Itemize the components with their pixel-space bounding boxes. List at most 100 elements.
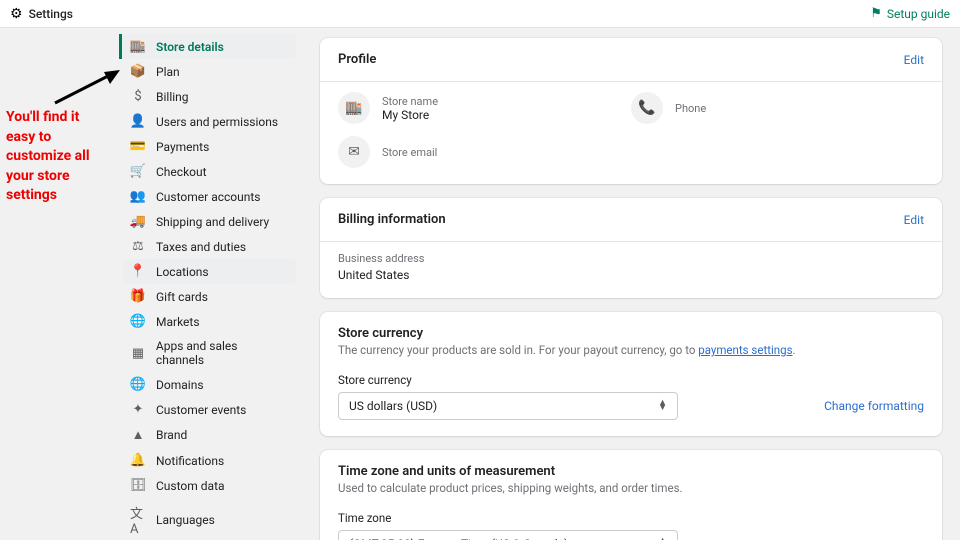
change-formatting-link[interactable]: Change formatting <box>824 399 924 413</box>
sidebar-item-label: Locations <box>156 265 209 279</box>
nav-icon: $ <box>130 89 146 104</box>
timezone-select-wrap: (GMT-05:00) Eastern Time (US & Canada) ▲… <box>338 530 924 540</box>
topbar-left: ⚙ Settings <box>10 6 73 22</box>
sidebar-item-payments[interactable]: 💳 Payments <box>122 134 296 159</box>
nav-icon: ▦ <box>130 346 146 361</box>
nav-icon: ⚖ <box>130 239 146 254</box>
profile-title: Profile <box>338 52 376 67</box>
sidebar-item-label: Languages <box>156 513 215 527</box>
billing-body: Business address United States <box>320 242 942 298</box>
nav-icon: 👤 <box>130 114 146 129</box>
sidebar-item-notifications[interactable]: 🔔 Notifications <box>122 448 296 473</box>
sidebar-item-plan[interactable]: 📦Plan <box>122 59 296 84</box>
nav-icon: 🛒 <box>130 164 146 179</box>
setup-guide-link[interactable]: ⚑ Setup guide <box>870 6 950 21</box>
profile-edit-link[interactable]: Edit <box>904 53 924 67</box>
nav-icon: 👥 <box>130 189 146 204</box>
profile-row-2: ✉ Store email <box>338 136 924 168</box>
sidebar-item-label: Domains <box>156 378 204 392</box>
sidebar-item-label: Plan <box>156 65 180 79</box>
sidebar-item-label: Apps and sales channels <box>156 339 288 367</box>
nav-icon: 🎁 <box>130 289 146 304</box>
nav-icon: 🏬 <box>130 39 146 54</box>
timezone-body: Time zone (GMT-05:00) Eastern Time (US &… <box>320 501 942 540</box>
nav-icon: 💳 <box>130 139 146 154</box>
nav-icon: 文A <box>130 503 146 537</box>
nav-icon: 🌐 <box>130 377 146 392</box>
nav-icon: 🔔 <box>130 453 146 468</box>
business-address-label: Business address <box>338 252 924 265</box>
billing-header: Billing information Edit <box>320 198 942 242</box>
sidebar-item-locations[interactable]: 📍 Locations <box>122 259 296 284</box>
currency-body: Store currency US dollars (USD) ▲▼ Chang… <box>320 363 942 436</box>
chevron-updown-icon: ▲▼ <box>658 401 667 412</box>
nav-icon: ▲ <box>130 427 146 443</box>
currency-select-value: US dollars (USD) <box>349 399 437 413</box>
billing-edit-link[interactable]: Edit <box>904 213 924 227</box>
nav-icon: 🗄 <box>130 478 146 493</box>
sidebar-item-label: Users and permissions <box>156 115 278 129</box>
timezone-header: Time zone and units of measurement <box>320 450 942 481</box>
currency-title: Store currency <box>338 326 423 341</box>
flag-icon: ⚑ <box>870 6 882 21</box>
sidebar-item-label: Customer accounts <box>156 190 261 204</box>
sidebar-item-apps-and-sales-channels[interactable]: ▦ Apps and sales channels <box>122 334 296 372</box>
sidebar-item-label: Markets <box>156 315 200 329</box>
sidebar-item-label: Custom data <box>156 479 225 493</box>
settings-sidebar: 🏬 Store details 📦Plan $ Billing 👤 Users and pe… <box>116 28 302 540</box>
sidebar-item-label: Gift cards <box>156 290 208 304</box>
page-title: Settings <box>29 7 73 21</box>
sidebar-item-customer-events[interactable]: ✦Customer events <box>122 397 296 422</box>
sidebar-item-domains[interactable]: 🌐 Domains <box>122 372 296 397</box>
timezone-select[interactable]: (GMT-05:00) Eastern Time (US & Canada) ▲… <box>338 530 678 540</box>
currency-select[interactable]: US dollars (USD) ▲▼ <box>338 392 678 420</box>
sidebar-item-label: Billing <box>156 90 189 104</box>
sidebar-item-checkout[interactable]: 🛒 Checkout <box>122 159 296 184</box>
annotation-overlay: You'll find it easy to customize all you… <box>0 28 116 540</box>
arrow-annotation <box>50 68 130 108</box>
sidebar-item-gift-cards[interactable]: 🎁 Gift cards <box>122 284 296 309</box>
currency-header: Store currency <box>320 312 942 343</box>
sidebar-item-label: Checkout <box>156 165 207 179</box>
nav-icon: 🌐 <box>130 314 146 329</box>
billing-title: Billing information <box>338 212 446 227</box>
currency-subtitle-text: The currency your products are sold in. … <box>338 343 698 357</box>
store-name-value: My Store <box>382 108 438 122</box>
nav-icon: 📍 <box>130 264 146 279</box>
topbar: ⚙ Settings ⚑ Setup guide <box>0 0 960 28</box>
sidebar-item-custom-data[interactable]: 🗄 Custom data <box>122 473 296 498</box>
profile-card: Profile Edit 🏬 Store name My Store 📞 <box>320 38 942 184</box>
timezone-field-label: Time zone <box>338 511 924 525</box>
sidebar-item-store-details[interactable]: 🏬 Store details <box>119 34 296 59</box>
business-address-value: United States <box>338 268 924 282</box>
sidebar-item-shipping-and-delivery[interactable]: 🚚 Shipping and delivery <box>122 209 296 234</box>
payments-settings-link[interactable]: payments settings <box>698 343 792 357</box>
currency-field-label: Store currency <box>338 373 924 387</box>
content-area: You'll find it easy to customize all you… <box>0 28 960 540</box>
sidebar-item-customer-accounts[interactable]: 👥 Customer accounts <box>122 184 296 209</box>
nav-icon: 🚚 <box>130 214 146 229</box>
timezone-title: Time zone and units of measurement <box>338 464 555 479</box>
sidebar-item-markets[interactable]: 🌐 Markets <box>122 309 296 334</box>
email-field: ✉ Store email <box>338 136 924 168</box>
phone-icon: 📞 <box>631 92 663 124</box>
store-name-field: 🏬 Store name My Store <box>338 92 631 124</box>
currency-card: Store currency The currency your product… <box>320 312 942 436</box>
sidebar-item-label: Taxes and duties <box>156 240 246 254</box>
sidebar-item-label: Payments <box>156 140 209 154</box>
sidebar-item-taxes-and-duties[interactable]: ⚖ Taxes and duties <box>122 234 296 259</box>
profile-body: 🏬 Store name My Store 📞 Phone <box>320 82 942 184</box>
sidebar-item-label: Notifications <box>156 454 224 468</box>
timezone-subtitle: Used to calculate product prices, shippi… <box>320 481 942 501</box>
currency-subtitle: The currency your products are sold in. … <box>320 343 942 363</box>
sidebar-item-languages[interactable]: 文A Languages <box>122 498 296 540</box>
email-icon: ✉ <box>338 136 370 168</box>
sidebar-item-label: Shipping and delivery <box>156 215 269 229</box>
sidebar-item-users-and-permissions[interactable]: 👤 Users and permissions <box>122 109 296 134</box>
sidebar-item-label: Store details <box>156 40 224 54</box>
nav-icon: ✦ <box>130 402 146 417</box>
sidebar-item-brand[interactable]: ▲Brand <box>122 422 296 448</box>
store-icon: 🏬 <box>338 92 370 124</box>
currency-select-wrap: US dollars (USD) ▲▼ Change formatting <box>338 392 924 420</box>
sidebar-item-billing[interactable]: $ Billing <box>122 84 296 109</box>
